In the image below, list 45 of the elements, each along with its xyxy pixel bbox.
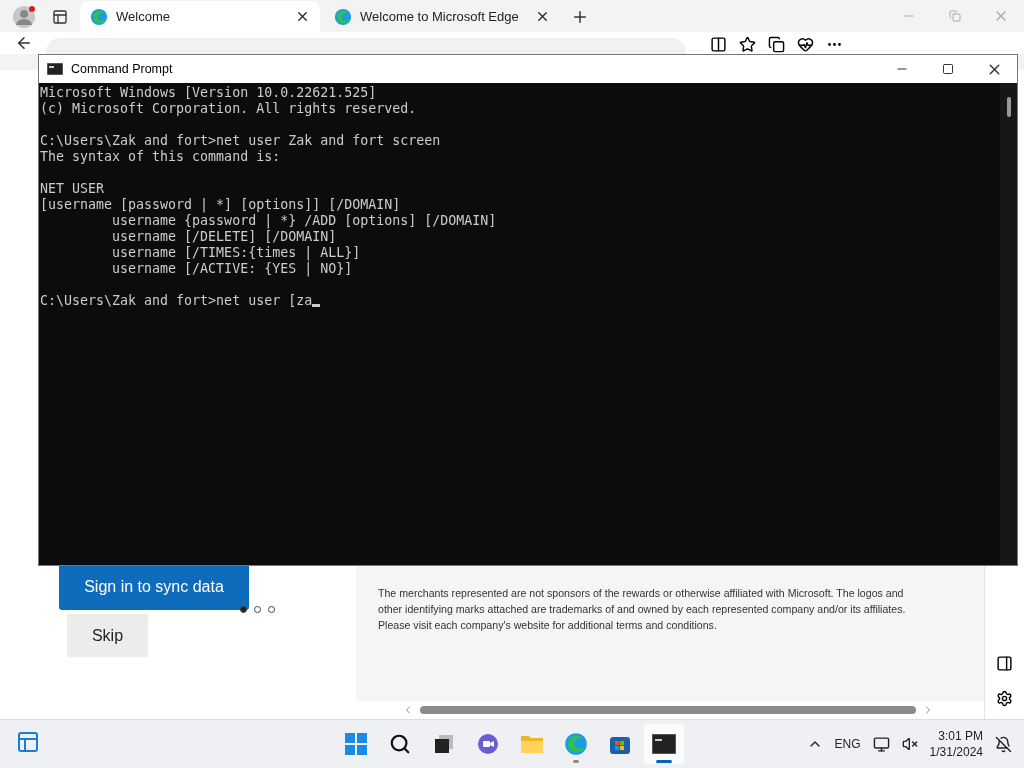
terminal-line: username {password | *} /ADD [options] [/DOMAIN] <box>111 213 497 229</box>
close-icon[interactable] <box>295 9 310 24</box>
task-view-icon[interactable] <box>433 733 455 756</box>
edge-logo-icon <box>90 7 108 26</box>
clock-date[interactable]: 1/31/2024 <box>929 744 983 761</box>
settings-icon[interactable] <box>996 690 1013 708</box>
search-icon[interactable] <box>389 733 411 756</box>
scrollbar-thumb[interactable] <box>1006 97 1011 117</box>
terminal-line: (c) Microsoft Corporation. All rights reserved. <box>40 101 417 117</box>
disclaimer-text: The merchants represented are not sponsors of the rewards or otherwise affiliated with Microsoft. The logos and other identifying marks attached are trademarks of and owned by each represented company and/or its affiliates. Please visit each company's website for additional terms and conditions. <box>378 586 907 634</box>
terminal-line: C:\Users\Zak and fort>net user [za <box>40 293 321 309</box>
terminal-line: The syntax of this command is: <box>40 149 281 165</box>
edge-logo-icon <box>334 7 352 26</box>
chat-icon[interactable] <box>477 733 499 756</box>
browser-tab[interactable]: Welcome to Microsoft Edge <box>324 1 560 32</box>
volume-icon[interactable] <box>901 736 918 753</box>
network-icon[interactable] <box>872 735 890 753</box>
start-icon[interactable] <box>344 732 368 757</box>
sidebar-icon[interactable] <box>996 655 1013 673</box>
terminal-line: Microsoft Windows [Version 10.0.22621.525] <box>40 85 377 101</box>
terminal-line: [username [password | *] [options]] [/DOMAIN] <box>40 197 401 213</box>
carousel-dot[interactable] <box>240 606 247 614</box>
terminal-icon <box>47 63 63 75</box>
split-screen-icon[interactable] <box>710 36 727 53</box>
skip-button[interactable]: Skip <box>67 614 148 658</box>
heart-icon[interactable] <box>797 36 814 53</box>
close-icon[interactable] <box>535 9 550 24</box>
favorites-icon[interactable] <box>739 36 756 53</box>
scrollbar-thumb[interactable] <box>420 706 916 715</box>
terminal-line: username [/DELETE] [/DOMAIN] <box>111 229 337 245</box>
widgets-icon[interactable] <box>16 730 40 755</box>
taskbar-app[interactable] <box>644 724 684 765</box>
browser-tab[interactable]: Welcome <box>80 1 320 32</box>
sign-in-button[interactable]: Sign in to sync data <box>59 563 249 611</box>
terminal-line: C:\Users\Zak and fort>net user Zak and fort screen <box>40 133 441 149</box>
notification-icon[interactable] <box>995 735 1012 753</box>
terminal-line: NET USER <box>40 181 105 197</box>
terminal-line: username [/TIMES:{times | ALL}] <box>111 245 361 261</box>
terminal-line: username [/ACTIVE: {YES | NO}] <box>111 261 353 277</box>
terminal-icon[interactable] <box>652 734 676 755</box>
language-indicator[interactable]: ENG <box>834 737 861 752</box>
edge-logo-icon <box>564 732 588 757</box>
window-title: Command Prompt <box>71 62 173 76</box>
collections-icon[interactable] <box>768 36 785 53</box>
clock-time[interactable]: 3:01 PM <box>938 728 983 745</box>
